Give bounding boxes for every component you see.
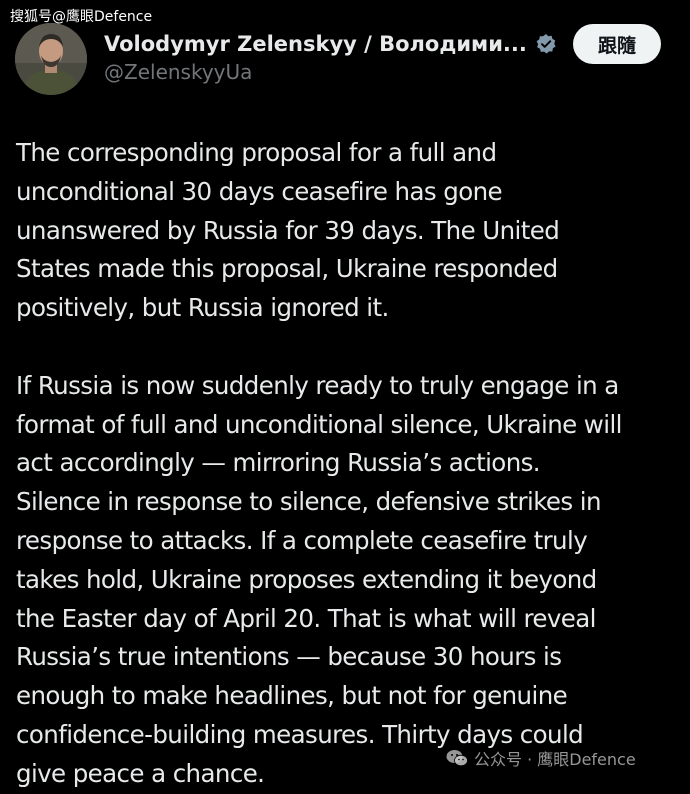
- follow-button[interactable]: 跟隨: [573, 24, 661, 64]
- tweet-paragraph-1: The corresponding proposal for a full an…: [16, 138, 560, 323]
- verified-badge-icon[interactable]: [535, 33, 557, 55]
- avatar-image: [15, 23, 87, 95]
- author-name-row: Volodymyr Zelenskyy / Володими...: [104, 30, 557, 58]
- watermark-bottom-text: 公众号 · 鹰眼Defence: [474, 750, 636, 769]
- wechat-icon: [446, 749, 468, 767]
- watermark-bottom: 公众号 · 鹰眼Defence: [446, 746, 636, 770]
- tweet-text: The corresponding proposal for a full an…: [16, 134, 688, 794]
- tweet-paragraph-2: If Russia is now suddenly ready to truly…: [16, 370, 622, 788]
- avatar[interactable]: [15, 23, 87, 95]
- watermark-top: 搜狐号@鹰眼Defence: [10, 9, 153, 25]
- author-display-name[interactable]: Volodymyr Zelenskyy / Володими...: [104, 32, 527, 56]
- author-handle[interactable]: @ZelenskyyUa: [104, 60, 252, 84]
